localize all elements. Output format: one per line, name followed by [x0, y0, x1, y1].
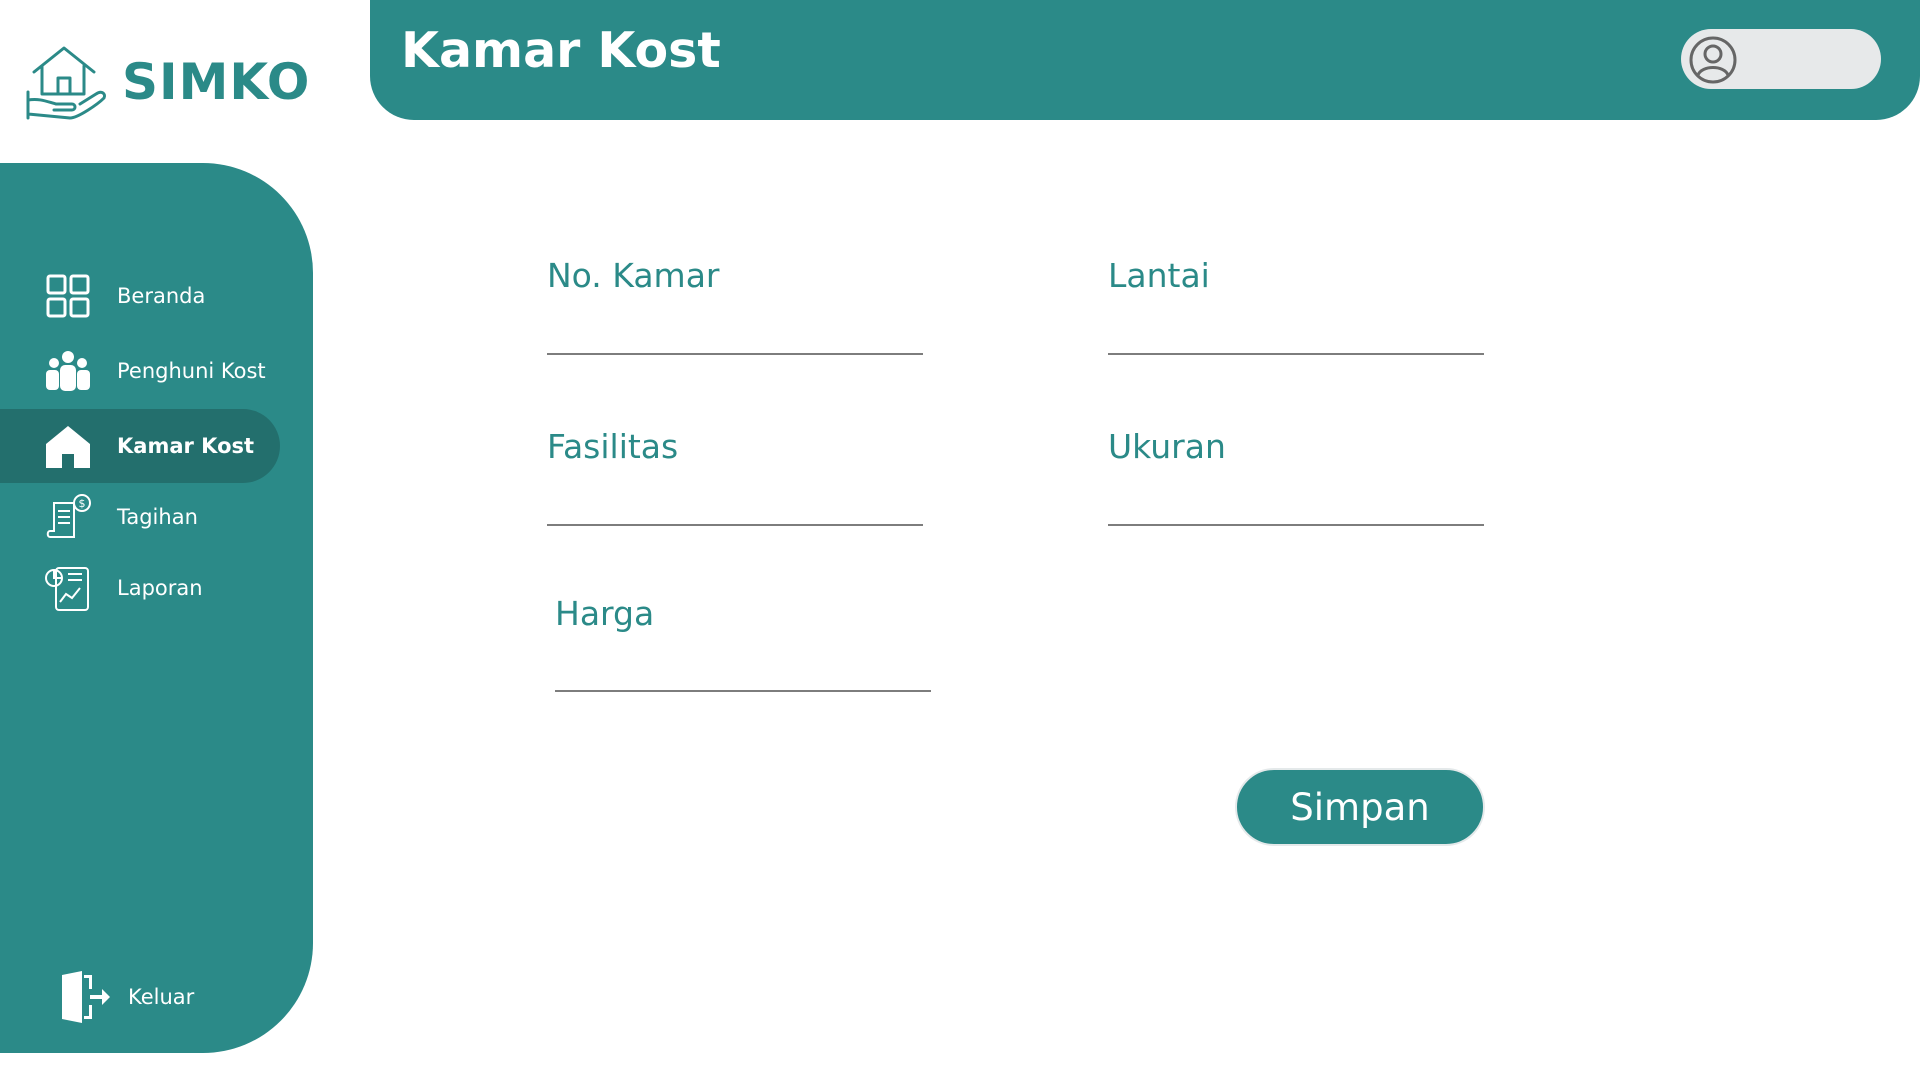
user-menu[interactable] — [1681, 29, 1881, 89]
ukuran-label: Ukuran — [1108, 427, 1226, 466]
sidebar-item-beranda[interactable]: Beranda — [0, 259, 280, 333]
fasilitas-label: Fasilitas — [547, 427, 679, 466]
sidebar-item-kamar-kost[interactable]: Kamar Kost — [0, 409, 280, 483]
fasilitas-input[interactable] — [547, 482, 923, 526]
sidebar: Beranda Penghuni Kost Kamar Kost $ Tagih… — [0, 163, 313, 1053]
report-chart-icon — [45, 567, 89, 611]
logout-door-icon — [62, 971, 110, 1023]
brand-name: SIMKO — [122, 53, 311, 111]
dashboard-grid-icon — [46, 274, 90, 318]
home-icon — [46, 426, 90, 468]
svg-text:$: $ — [79, 497, 86, 510]
page-title: Kamar Kost — [401, 22, 721, 79]
house-in-hand-icon — [26, 46, 106, 120]
logout-button[interactable]: Keluar — [60, 971, 194, 1023]
field-fasilitas: Fasilitas — [547, 427, 923, 526]
no-kamar-input[interactable] — [547, 311, 923, 355]
header-bar: Kamar Kost — [370, 0, 1920, 120]
lantai-input[interactable] — [1108, 311, 1484, 355]
field-harga: Harga — [555, 594, 931, 692]
harga-label: Harga — [555, 594, 655, 633]
sidebar-item-tagihan[interactable]: $ Tagihan — [0, 480, 280, 554]
sidebar-item-label: Beranda — [117, 284, 206, 308]
sidebar-item-label: Laporan — [117, 576, 203, 600]
ukuran-input[interactable] — [1108, 482, 1484, 526]
sidebar-item-label: Kamar Kost — [117, 434, 255, 458]
bill-receipt-icon: $ — [46, 494, 91, 538]
user-avatar-icon — [1689, 36, 1737, 84]
save-button[interactable]: Simpan — [1235, 768, 1485, 846]
sidebar-item-label: Penghuni Kost — [117, 359, 266, 383]
no-kamar-label: No. Kamar — [547, 256, 720, 295]
lantai-label: Lantai — [1108, 256, 1210, 295]
logout-label: Keluar — [128, 985, 195, 1009]
brand-logo: SIMKO — [20, 42, 310, 122]
sidebar-item-laporan[interactable]: Laporan — [0, 551, 280, 625]
field-no-kamar: No. Kamar — [547, 256, 923, 355]
people-group-icon — [46, 351, 90, 391]
sidebar-item-penghuni-kost[interactable]: Penghuni Kost — [0, 334, 280, 408]
harga-input[interactable] — [555, 648, 931, 692]
field-ukuran: Ukuran — [1108, 427, 1484, 526]
sidebar-item-label: Tagihan — [117, 505, 198, 529]
field-lantai: Lantai — [1108, 256, 1484, 355]
